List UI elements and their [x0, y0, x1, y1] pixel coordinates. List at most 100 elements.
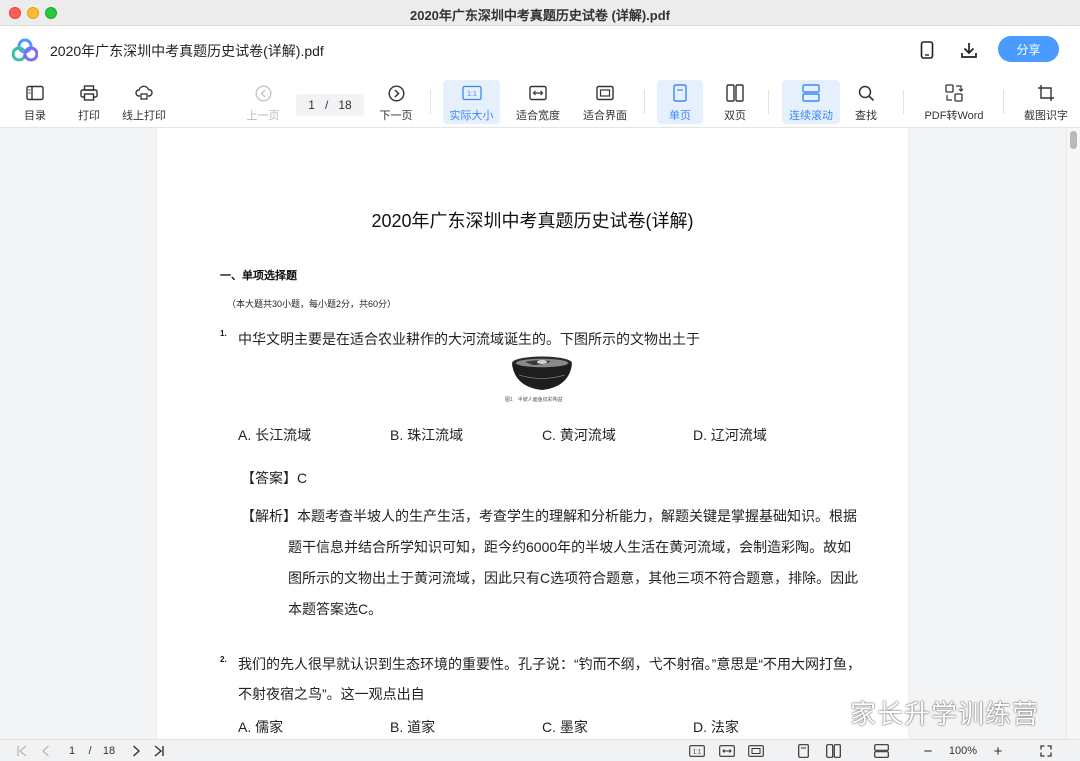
- continuous-scroll-button[interactable]: 连续滚动: [782, 80, 840, 124]
- status-page-separator: /: [88, 745, 92, 757]
- question-text: 不射夜宿之鸟”。这一观点出自: [238, 686, 425, 702]
- current-page-value: 1: [308, 98, 315, 112]
- screenshot-ocr-button[interactable]: 截图识字: [1020, 80, 1072, 124]
- vertical-scrollbar[interactable]: [1066, 128, 1080, 739]
- pdf-page: 2020年广东深圳中考真题历史试卷(详解) 一、单项选择题 （本大题共30小题，…: [157, 128, 908, 739]
- crop-icon: [1036, 83, 1056, 103]
- online-print-button[interactable]: 线上打印: [120, 80, 168, 124]
- mobile-phone-icon[interactable]: [916, 39, 938, 61]
- actual-size-status-icon-text: 1:1: [693, 750, 702, 756]
- double-page-status-icon[interactable]: [824, 743, 842, 759]
- actual-size-status-icon[interactable]: 1:1: [688, 743, 706, 759]
- page-separator: /: [324, 98, 329, 112]
- zoom-level[interactable]: 100%: [943, 743, 983, 759]
- app-logo-icon: [11, 38, 39, 62]
- fit-page-status-icon[interactable]: [747, 743, 765, 759]
- screenshot-ocr-label: 截图识字: [1024, 110, 1068, 122]
- zoom-in-button[interactable]: +: [990, 743, 1006, 760]
- question-text: 中华文明主要是在适合农业耕作的大河流域诞生的。下图所示的文物出土于: [238, 331, 700, 347]
- prev-page-button[interactable]: 上一页: [244, 80, 282, 124]
- option-b: B. 道家: [390, 719, 436, 735]
- analysis-line: 本题答案选C。: [288, 601, 383, 617]
- window-titlebar: 2020年广东深圳中考真题历史试卷 (详解).pdf: [0, 0, 1080, 26]
- document-viewer[interactable]: 2020年广东深圳中考真题历史试卷(详解) 一、单项选择题 （本大题共30小题，…: [0, 128, 1080, 739]
- single-page-button[interactable]: 单页: [657, 80, 703, 124]
- single-page-icon: [670, 83, 690, 103]
- option-c: C. 黄河流域: [542, 427, 616, 443]
- watermark-text: 家长升学训练营: [850, 700, 1040, 730]
- option-d: D. 法家: [693, 719, 739, 735]
- zoom-out-button[interactable]: −: [920, 743, 936, 760]
- last-page-icon[interactable]: [151, 743, 167, 759]
- single-page-status-icon[interactable]: [795, 743, 811, 759]
- online-print-label: 线上打印: [122, 110, 166, 122]
- fit-page-icon: [595, 83, 615, 103]
- answer: 【答案】C: [241, 470, 308, 486]
- print-label: 打印: [78, 110, 100, 122]
- toolbar-divider: [430, 90, 431, 114]
- search-icon: [856, 83, 876, 103]
- actual-size-label: 实际大小: [449, 110, 494, 122]
- double-page-button[interactable]: 双页: [715, 80, 755, 124]
- figure-caption: 图1 半坡人面鱼纹彩陶盆: [505, 397, 563, 403]
- status-total-pages: 18: [102, 745, 116, 757]
- single-page-label: 单页: [669, 110, 691, 122]
- pdf-to-word-button[interactable]: PDF转Word: [920, 80, 988, 124]
- toolbar-divider: [1003, 90, 1004, 114]
- print-button[interactable]: 打印: [74, 80, 104, 124]
- actual-size-icon-text: 1:1: [467, 91, 477, 98]
- fit-width-icon: [528, 83, 548, 103]
- next-page-label: 下一页: [379, 110, 413, 122]
- scrollbar-thumb[interactable]: [1070, 131, 1077, 149]
- option-a: A. 儒家: [238, 719, 284, 735]
- wechat-icon: [806, 698, 843, 726]
- double-page-label: 双页: [724, 110, 746, 122]
- chevron-left-circle-icon: [253, 83, 273, 103]
- status-bar: 1 / 18 1:1 − 100% +: [0, 739, 1080, 761]
- actual-size-icon: 1:1: [461, 83, 482, 103]
- fit-width-label: 适合宽度: [516, 110, 560, 122]
- continuous-scroll-label: 连续滚动: [789, 110, 833, 122]
- page-number-input[interactable]: 1 / 18: [296, 94, 364, 116]
- chevron-right-circle-icon: [386, 83, 406, 103]
- prev-page-icon[interactable]: [38, 743, 54, 759]
- total-pages-value: 18: [338, 98, 352, 112]
- fit-width-status-icon[interactable]: [718, 743, 736, 759]
- prev-page-label: 上一页: [246, 110, 280, 122]
- app-header: 2020年广东深圳中考真题历史试卷(详解).pdf 分享: [0, 26, 1080, 74]
- next-page-button[interactable]: 下一页: [377, 80, 415, 124]
- question-number: 1.: [220, 329, 227, 338]
- analysis-line: 图所示的文物出土于黄河流域，因此只有C选项符合题意，其他三项不符合题意，排除。因…: [288, 570, 859, 586]
- continuous-scroll-status-icon[interactable]: [872, 743, 890, 759]
- fullscreen-icon[interactable]: [1038, 743, 1054, 759]
- analysis-line: 题干信息并结合所学知识可知，距今约6000年的半坡人生活在黄河流域，会制造彩陶。…: [288, 539, 852, 555]
- double-page-icon: [725, 83, 745, 103]
- option-b: B. 珠江流域: [390, 427, 464, 443]
- toc-button[interactable]: 目录: [18, 80, 52, 124]
- section-note: （本大题共30小题，每小题2分，共60分）: [227, 299, 397, 309]
- convert-icon: [944, 83, 964, 103]
- first-page-icon[interactable]: [14, 743, 30, 759]
- fit-page-label: 适合界面: [583, 110, 627, 122]
- pdf-to-word-label: PDF转Word: [924, 110, 984, 122]
- download-icon[interactable]: [958, 39, 980, 61]
- option-c: C. 墨家: [542, 719, 588, 735]
- printer-icon: [79, 83, 99, 103]
- status-current-page[interactable]: 1: [64, 743, 80, 759]
- section-heading: 一、单项选择题: [220, 270, 297, 282]
- continuous-scroll-icon: [801, 83, 821, 103]
- fit-width-button[interactable]: 适合宽度: [512, 80, 564, 124]
- fit-page-button[interactable]: 适合界面: [579, 80, 631, 124]
- option-a: A. 长江流域: [238, 427, 312, 443]
- next-page-icon[interactable]: [128, 743, 144, 759]
- exam-title: 2020年广东深圳中考真题历史试卷(详解): [371, 211, 694, 231]
- find-button[interactable]: 查找: [849, 80, 883, 124]
- actual-size-button[interactable]: 1:1 实际大小: [443, 80, 500, 124]
- cloud-print-icon: [134, 83, 154, 103]
- toolbar-divider: [644, 90, 645, 114]
- document-title: 2020年广东深圳中考真题历史试卷(详解).pdf: [50, 43, 324, 59]
- share-button[interactable]: 分享: [998, 36, 1059, 62]
- analysis-line: 本题考查半坡人的生产生活，考查学生的理解和分析能力，解题关键是掌握基础知识。根据: [297, 508, 857, 524]
- option-d: D. 辽河流域: [693, 427, 767, 443]
- toc-label: 目录: [24, 110, 46, 122]
